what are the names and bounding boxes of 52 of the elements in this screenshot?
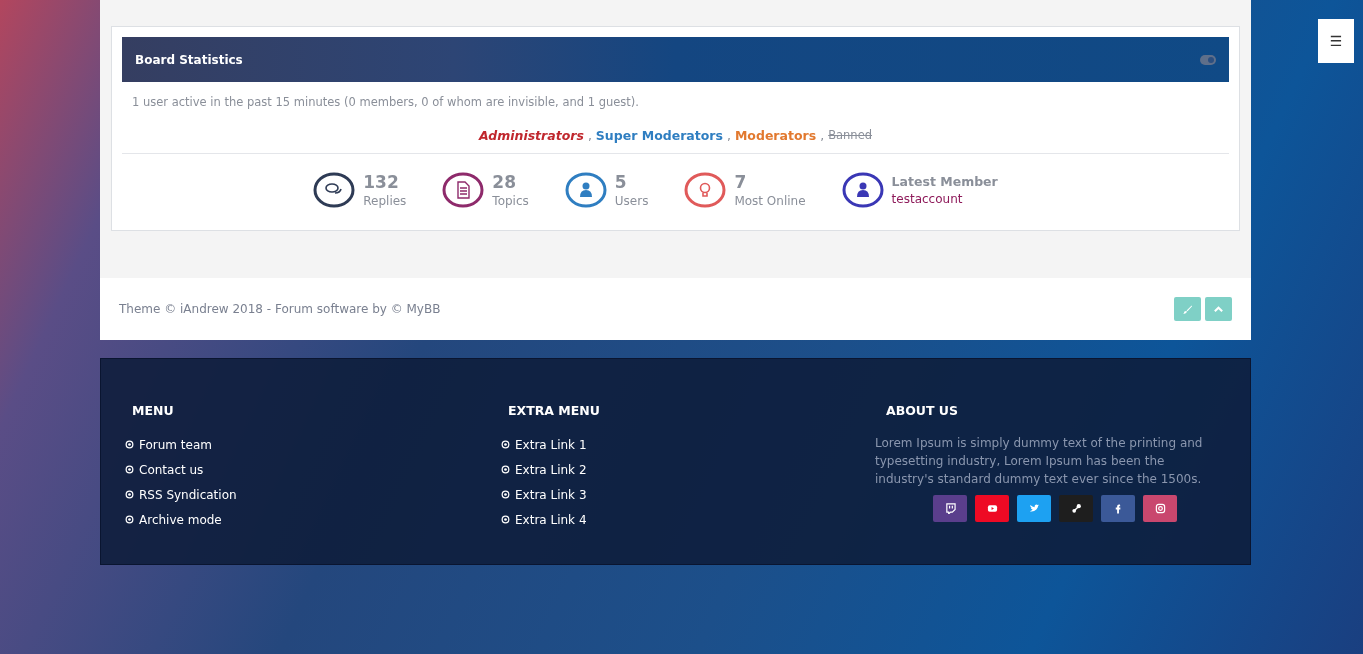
camera-icon [1154,503,1166,514]
separator: , [587,128,592,143]
bullet-icon [125,440,134,449]
footer-link[interactable]: Forum team [139,437,212,452]
youtube-button[interactable] [975,495,1009,522]
toggle-switch[interactable] [1200,54,1216,65]
bullet-icon [501,490,510,499]
group-legend-link[interactable]: Super Moderators [595,128,723,143]
footer-link[interactable]: Extra Link 3 [515,487,587,502]
twitch-button[interactable] [933,495,967,522]
stat-value: 132 [363,172,400,192]
about-text: Lorem Ipsum is simply dummy text of the printing and typesetting industry, Lorem Ipsum has been the industry's standard dummy text ever since the 1500s. [875,435,1204,488]
separator: , [820,128,825,143]
footer-link[interactable]: RSS Syndication [139,487,237,502]
stat-label: Topics [492,194,529,208]
footer-heading: EXTRA MENU [508,403,601,418]
footer-link[interactable]: Extra Link 4 [515,512,587,527]
statistics-title: Board Statistics [135,52,243,67]
bullet-icon [501,440,510,449]
copyright-text: Theme © iAndrew 2018 - Forum software by © MyBB [119,302,441,316]
footer-heading: MENU [132,403,175,418]
steam-button[interactable] [1059,495,1093,522]
stat-label: Latest Member [891,174,998,189]
separator: , [726,128,731,143]
brush-icon [1182,303,1193,315]
play-icon [986,503,998,514]
footer-link[interactable]: Extra Link 2 [515,462,587,477]
instagram-button[interactable] [1143,495,1177,522]
bird-icon [1028,503,1040,514]
group-legend-link[interactable]: Administrators [478,128,584,143]
bullet-icon [125,490,134,499]
stat-label: Users [614,194,649,208]
bullet-icon [501,465,510,474]
stat-value: 28 [492,172,518,192]
facebook-button[interactable] [1101,495,1135,522]
footer-heading: ABOUT US [886,403,959,418]
twitter-button[interactable] [1017,495,1051,522]
stat-label: Replies [363,194,407,208]
stat-value: 7 [734,172,748,192]
chat-bubble-icon [944,503,956,514]
bullet-icon [125,465,134,474]
footer-link[interactable]: Archive mode [139,512,222,527]
chevron-up-icon [1213,303,1224,315]
bullet-icon [501,515,510,524]
online-users-text: 1 user active in the past 15 minutes (0 members, 0 of whom are invisible, and 1 guest). [132,95,640,109]
member-link[interactable]: testaccount [891,192,998,206]
stat-label: Most Online [734,194,806,208]
footer-link[interactable]: Contact us [139,462,204,477]
menu-button[interactable]: ☰ [1318,19,1354,63]
footer-link[interactable]: Extra Link 1 [515,437,587,452]
stat-value: 5 [614,172,628,192]
bullet-icon [125,515,134,524]
